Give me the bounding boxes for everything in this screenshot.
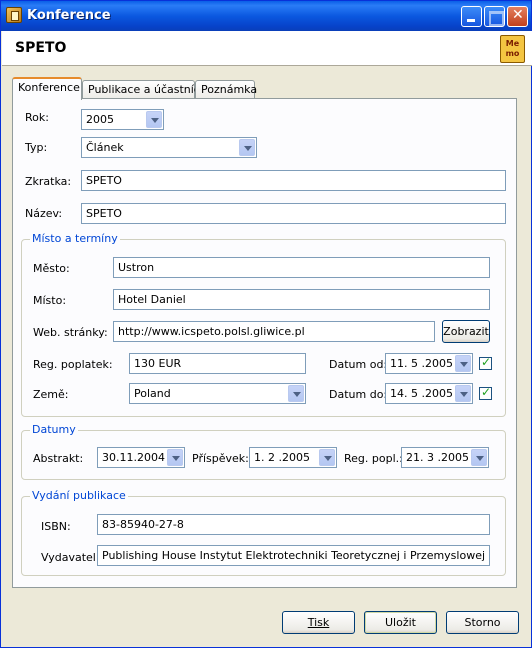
rok-value: 2005 (86, 113, 114, 126)
poplatek-label: Reg. poplatek: (33, 358, 113, 371)
reg-popl-picker[interactable]: 21. 3 .2005 (401, 447, 489, 468)
rok-label: Rok: (25, 111, 49, 124)
vydavatel-field[interactable]: Publishing House Instytut Elektrotechnik… (97, 545, 490, 566)
chevron-down-icon[interactable] (319, 449, 335, 466)
web-label: Web. stránky: (33, 326, 108, 339)
prispevek-value: 1. 2 .2005 (254, 451, 310, 464)
chevron-down-icon[interactable] (288, 385, 304, 402)
chevron-down-icon[interactable] (455, 355, 471, 372)
prispevek-picker[interactable]: 1. 2 .2005 (249, 447, 337, 468)
typ-value: Článek (86, 141, 124, 154)
tab-panel: Rok: 2005 Typ: Článek Zkratka: SPETO Náz… (12, 98, 517, 588)
tisk-label: Tisk (307, 616, 330, 629)
chevron-down-icon[interactable] (167, 449, 183, 466)
rok-select[interactable]: 2005 (81, 109, 164, 130)
misto-group: Místo a termíny Město: Ustron Místo: Hot… (21, 232, 506, 417)
header: SPETO Me mo (2, 31, 532, 66)
abstrakt-label: Abstrakt: (33, 452, 84, 465)
reg-popl-label: Reg. popl.: (344, 452, 403, 465)
typ-label: Typ: (25, 141, 48, 154)
minimize-button[interactable] (461, 6, 482, 27)
mesto-field[interactable]: Ustron (113, 257, 490, 278)
mesto-label: Město: (33, 262, 70, 275)
datumy-group: Datumy Abstrakt: 30.11.2004 Příspěvek: 1… (21, 423, 506, 480)
nazev-field[interactable]: SPETO (81, 203, 506, 224)
misto-label: Místo: (33, 294, 67, 307)
chevron-down-icon[interactable] (471, 449, 487, 466)
vydani-group: Vydání publikace ISBN: 83-85940-27-8 Vyd… (21, 489, 506, 576)
misto-field[interactable]: Hotel Daniel (113, 289, 490, 310)
abstrakt-picker[interactable]: 30.11.2004 (97, 447, 185, 468)
close-button[interactable] (507, 6, 528, 27)
datum-od-value: 11. 5 .2005 (390, 357, 453, 370)
prispevek-label: Příspěvek: (192, 452, 249, 465)
maximize-button[interactable] (484, 6, 505, 27)
zkratka-field[interactable]: SPETO (81, 170, 506, 191)
zeme-label: Země: (33, 388, 69, 401)
datum-do-value: 14. 5 .2005 (390, 387, 453, 400)
ulozit-button[interactable]: Uložit (364, 611, 437, 634)
chevron-down-icon[interactable] (239, 139, 255, 156)
storno-button[interactable]: Storno (446, 611, 519, 634)
app-icon (6, 7, 22, 23)
datumy-group-title: Datumy (30, 423, 78, 436)
zeme-select[interactable]: Poland (129, 383, 306, 404)
vydani-group-title: Vydání publikace (30, 489, 128, 502)
typ-select[interactable]: Článek (81, 137, 257, 158)
datum-od-label: Datum od: (329, 358, 388, 371)
tisk-button[interactable]: Tisk (282, 611, 355, 634)
memo-icon: Me mo (500, 35, 525, 63)
web-field[interactable]: http://www.icspeto.polsl.gliwice.pl (113, 321, 435, 342)
tab-poznamka[interactable]: Poznámka (195, 80, 257, 99)
chevron-down-icon[interactable] (455, 385, 471, 402)
tab-konference[interactable]: Konference (12, 77, 82, 100)
datum-od-picker[interactable]: 11. 5 .2005 (385, 353, 473, 374)
reg-popl-value: 21. 3 .2005 (406, 451, 469, 464)
chevron-down-icon[interactable] (146, 111, 162, 128)
zkratka-label: Zkratka: (25, 175, 72, 188)
zobrazit-button[interactable]: Zobrazit (442, 320, 490, 343)
page-title: SPETO (15, 40, 67, 56)
title-bar[interactable]: Konference (1, 1, 531, 31)
datum-do-checkbox[interactable] (479, 385, 492, 400)
storno-label: Storno (464, 616, 501, 629)
isbn-field[interactable]: 83-85940-27-8 (97, 514, 490, 535)
isbn-label: ISBN: (41, 520, 71, 533)
zeme-value: Poland (134, 387, 171, 400)
ulozit-label: Uložit (385, 616, 416, 629)
datum-do-label: Datum do: (329, 388, 388, 401)
window-title: Konference (27, 8, 111, 23)
datum-od-checkbox[interactable] (479, 355, 492, 370)
nazev-label: Název: (25, 207, 63, 220)
vydavatel-label: Vydavatel: (41, 551, 100, 564)
tab-publikace[interactable]: Publikace a účastníci (82, 80, 203, 99)
konference-window: Konference SPETO Me mo Konference Publik… (0, 0, 532, 648)
abstrakt-value: 30.11.2004 (102, 451, 165, 464)
misto-group-title: Místo a termíny (30, 232, 120, 245)
poplatek-field[interactable]: 130 EUR (129, 353, 306, 374)
datum-do-picker[interactable]: 14. 5 .2005 (385, 383, 473, 404)
